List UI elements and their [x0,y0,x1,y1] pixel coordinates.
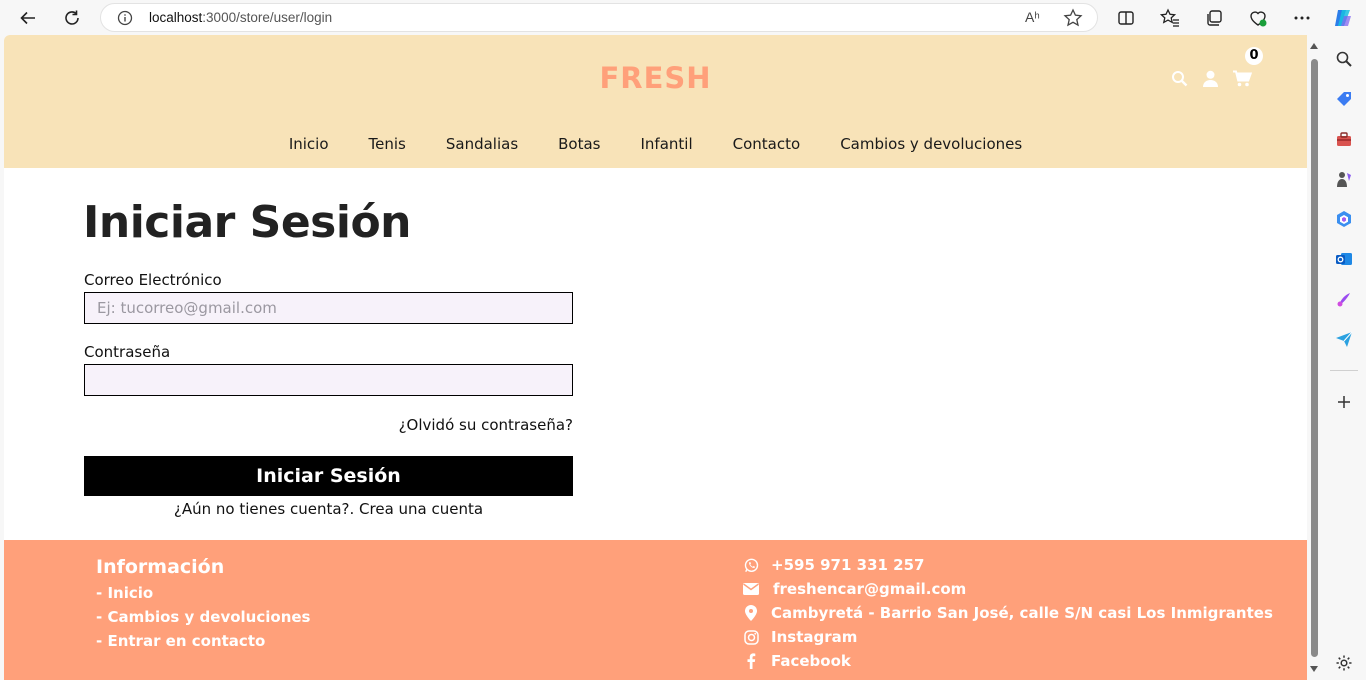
browser-toolbar: localhost:3000/store/user/login Aʰ [0,0,1366,35]
map-pin-icon [743,605,759,621]
footer-title: Información [96,556,225,578]
site-logo[interactable]: FRESH [4,61,1307,95]
menu-item-tenis[interactable]: Tenis [349,135,426,153]
send-icon[interactable] [1333,328,1355,350]
menu-item-infantil[interactable]: Infantil [621,135,713,153]
whatsapp-icon [743,557,759,573]
site-footer: Información - Inicio - Cambios y devoluc… [4,540,1307,680]
favorites-icon[interactable] [1157,5,1183,31]
tools-icon[interactable] [1333,128,1355,150]
games-icon[interactable] [1333,168,1355,190]
footer-phone[interactable]: +595 971 331 257 [743,556,924,574]
collections-icon[interactable] [1201,5,1227,31]
facebook-icon [743,653,759,669]
split-screen-icon[interactable] [1113,5,1139,31]
favorite-star-icon[interactable] [1063,8,1083,32]
copilot-icon[interactable] [1330,5,1356,31]
browser-sidebar [1322,35,1366,680]
footer-instagram-text: Instagram [771,628,858,646]
microsoft-365-icon[interactable] [1333,208,1355,230]
scroll-thumb[interactable] [1311,59,1318,657]
add-icon[interactable] [1333,391,1355,413]
url-path: :3000/store/user/login [202,10,333,25]
footer-phone-text: +595 971 331 257 [771,556,925,574]
read-aloud-icon[interactable]: Aʰ [1025,9,1040,25]
footer-email[interactable]: freshencar@gmail.com [743,580,966,598]
footer-link-cambios[interactable]: - Cambios y devoluciones [96,608,310,626]
page-viewport: FRESH 0 Inicio Tenis Sandalias Botas Inf… [4,35,1307,680]
settings-icon[interactable] [1333,652,1355,674]
instagram-icon [743,629,759,645]
footer-facebook-text: Facebook [771,652,851,670]
menu-item-inicio[interactable]: Inicio [269,135,349,153]
url-text[interactable]: localhost:3000/store/user/login [149,10,332,25]
reload-icon[interactable] [59,5,85,31]
outlook-icon[interactable] [1333,248,1355,270]
main-menu: Inicio Tenis Sandalias Botas Infantil Co… [4,135,1307,153]
footer-link-contacto[interactable]: - Entrar en contacto [96,632,265,650]
scroll-down-arrow[interactable] [1310,666,1318,672]
search-icon[interactable] [1169,68,1189,88]
address-bar[interactable]: localhost:3000/store/user/login Aʰ [100,3,1098,32]
email-field[interactable] [84,292,573,324]
scroll-up-arrow[interactable] [1310,43,1318,49]
menu-item-contacto[interactable]: Contacto [713,135,821,153]
cart-count-badge: 0 [1245,47,1263,65]
footer-address: Cambyretá - Barrio San José, calle S/N c… [743,604,1273,622]
login-button[interactable]: Iniciar Sesión [84,456,573,496]
footer-address-text: Cambyretá - Barrio San José, calle S/N c… [771,604,1273,622]
menu-item-cambios[interactable]: Cambios y devoluciones [820,135,1042,153]
page-scrollbar[interactable] [1307,35,1322,680]
site-header: FRESH 0 Inicio Tenis Sandalias Botas Inf… [4,35,1307,168]
browser-essentials-icon[interactable] [1245,5,1271,31]
footer-instagram[interactable]: Instagram [743,628,857,646]
page-title: Iniciar Sesión [83,197,412,248]
user-icon[interactable] [1200,68,1220,88]
password-field[interactable] [84,364,573,396]
cart-icon[interactable] [1232,68,1252,88]
envelope-icon [743,581,759,597]
footer-link-inicio[interactable]: - Inicio [96,584,153,602]
url-host: localhost [149,10,203,25]
forgot-password-link[interactable]: ¿Olvidó su contraseña? [84,416,573,434]
password-label: Contraseña [84,343,171,361]
shopping-tag-icon[interactable] [1333,88,1355,110]
footer-facebook[interactable]: Facebook [743,652,851,670]
more-options-icon[interactable] [1289,5,1315,31]
designer-icon[interactable] [1333,288,1355,310]
menu-item-sandalias[interactable]: Sandalias [426,135,538,153]
footer-email-text: freshencar@gmail.com [773,580,967,598]
back-icon[interactable] [15,5,41,31]
signup-link[interactable]: ¿Aún no tienes cuenta?. Crea una cuenta [84,500,573,518]
sidebar-divider [1330,370,1358,371]
site-info-icon[interactable] [117,10,133,30]
email-label: Correo Electrónico [84,271,222,289]
search-icon[interactable] [1333,48,1355,70]
menu-item-botas[interactable]: Botas [538,135,620,153]
